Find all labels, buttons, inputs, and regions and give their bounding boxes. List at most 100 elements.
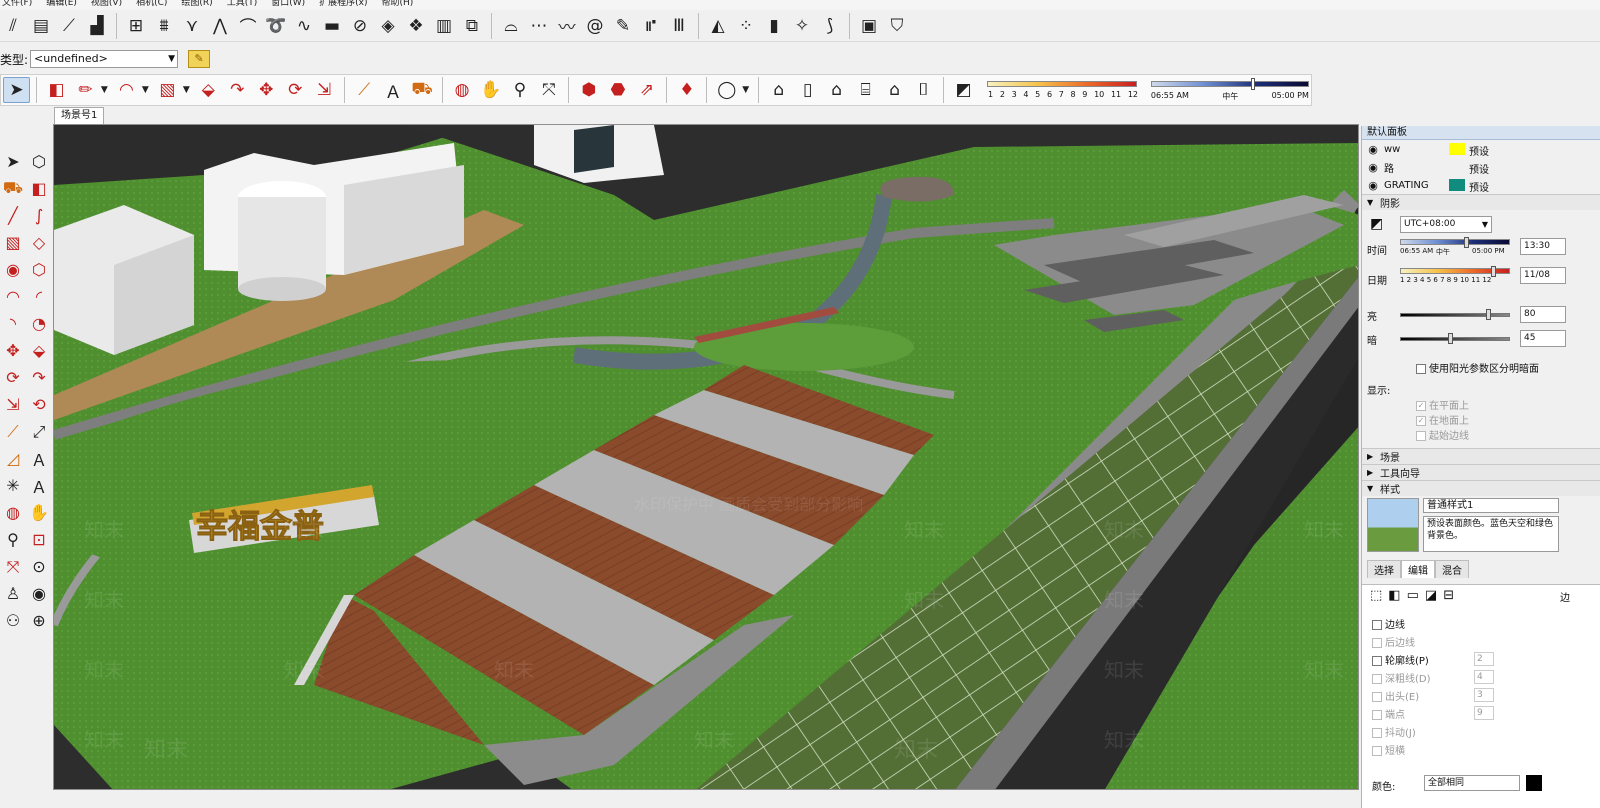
text-label-icon[interactable]: Ａ [26, 445, 52, 472]
paint-tag-icon[interactable]: ✎ [188, 50, 211, 68]
sun-checkbox[interactable]: 使用阳光参数区分明暗面 [1416, 360, 1539, 375]
follow-me-icon[interactable]: ↷ [26, 364, 52, 391]
truss-icon[interactable]: ⋀ [207, 13, 233, 39]
front-view-icon[interactable]: ⌂ [823, 77, 850, 103]
checkbox-box[interactable] [1372, 674, 1382, 684]
tape-measure-icon[interactable]: ⟋ [0, 418, 26, 445]
date-slider-thumb[interactable] [1491, 266, 1496, 277]
background-settings-icon[interactable]: ▭ [1407, 588, 1419, 603]
menu-extensions[interactable]: 扩展程序(x) [319, 0, 367, 10]
tape-measure-icon[interactable]: ⟋ [351, 77, 378, 103]
warehouse-icon[interactable]: ⬢ [575, 77, 602, 103]
diamond-grid-icon[interactable]: ◈ [375, 13, 401, 39]
top-view-icon[interactable]: ▯ [794, 77, 821, 103]
time-slider-thumb[interactable] [1250, 78, 1255, 90]
select-arrow-icon[interactable]: ➤ [3, 77, 30, 103]
checkbox-box[interactable] [1372, 692, 1382, 702]
eye-icon[interactable]: ◉ [1362, 161, 1384, 174]
light-slider-thumb[interactable] [1486, 309, 1491, 320]
edge-option[interactable]: 后边线 [1372, 634, 1415, 649]
shadow-toggle-icon[interactable]: ◩ [950, 77, 977, 103]
layer-color-swatch[interactable] [1449, 143, 1465, 155]
paint-bucket-icon[interactable]: ⛟ [0, 175, 26, 202]
rail-icon[interactable]: ⊞ [123, 13, 149, 39]
dark-slider[interactable] [1400, 337, 1510, 341]
orbit-icon[interactable]: ◍ [449, 77, 476, 103]
edge-option[interactable]: 抖动(J) [1372, 724, 1416, 739]
eraser-icon[interactable]: ◧ [26, 175, 52, 202]
shadow-toggle-icon[interactable]: ◩ [1370, 216, 1383, 232]
time-slider[interactable] [1400, 239, 1510, 245]
checkbox-box[interactable] [1372, 710, 1382, 720]
depth-cue-input[interactable]: 4 [1474, 670, 1494, 684]
branch-icon[interactable]: ⋎ [179, 13, 205, 39]
account-icon[interactable]: ◯ [713, 77, 740, 103]
pan-hand-icon[interactable]: ✋ [478, 77, 505, 103]
pan-hand-icon[interactable]: ✋ [26, 499, 52, 526]
circle-icon[interactable]: ◉ [0, 256, 26, 283]
comb-icon[interactable]: ⑈ [638, 13, 664, 39]
checkbox-box[interactable] [1416, 431, 1426, 441]
type-select[interactable]: <undefined> ▼ [30, 50, 179, 68]
menu-view[interactable]: 视图(V) [91, 0, 122, 10]
position-camera-icon[interactable]: ♙ [0, 580, 26, 607]
menu-camera[interactable]: 相机(C) [136, 0, 167, 10]
rotated-rectangle-icon[interactable]: ◇ [26, 229, 52, 256]
tab-select[interactable]: 选择 [1367, 560, 1401, 578]
checkbox-box[interactable] [1372, 638, 1382, 648]
grid-table-icon[interactable]: ▤ [28, 13, 54, 39]
curl-icon[interactable]: ➰ [263, 13, 289, 39]
panel-stack-icon[interactable]: ▮ [761, 13, 787, 39]
fence-icon[interactable]: ⩩ [151, 13, 177, 39]
edge-option[interactable]: 边线 [1372, 616, 1405, 631]
instructor-section-header[interactable]: ▶ 工具向导 [1362, 464, 1600, 480]
rotate-icon[interactable]: ⟳ [282, 77, 309, 103]
dimension-icon[interactable]: ⤢ [26, 418, 52, 445]
bar-chart-icon[interactable]: ▟ [84, 13, 110, 39]
edge-settings-icon[interactable]: ⬚ [1370, 588, 1382, 603]
display-option-on-faces[interactable]: ✓ 在平面上 [1416, 397, 1469, 412]
rotate-block-icon[interactable]: ⧉ [459, 13, 485, 39]
edge-color-select[interactable]: 全部相同 [1424, 775, 1520, 791]
edge-option[interactable]: 深粗线(D) [1372, 670, 1431, 685]
zoom-icon[interactable]: ⚲ [0, 526, 26, 553]
light-input[interactable]: 80 [1520, 306, 1566, 323]
protractor-icon[interactable]: ◿ [0, 445, 26, 472]
display-option-from-edges[interactable]: 起始边线 [1416, 427, 1469, 442]
profile-width-input[interactable]: 2 [1474, 652, 1494, 666]
scene-tab[interactable]: 场景号1 [54, 107, 105, 124]
zoom-extents-icon[interactable]: ⤧ [0, 553, 26, 580]
badge-icon[interactable]: ⛉ [884, 13, 910, 39]
ruby-icon[interactable]: ♦ [673, 77, 700, 103]
dark-input[interactable]: 45 [1520, 330, 1566, 347]
component-icon[interactable]: ⬡ [26, 148, 52, 175]
tab-mix[interactable]: 混合 [1435, 560, 1469, 578]
watermark-settings-icon[interactable]: ◪ [1425, 588, 1437, 603]
modeling-settings-icon[interactable]: ⊟ [1443, 588, 1454, 603]
face-settings-icon[interactable]: ◧ [1388, 588, 1400, 603]
styles-section-header[interactable]: ▼ 样式 [1362, 480, 1600, 496]
eye-icon[interactable]: ◉ [1362, 179, 1384, 192]
share-model-icon[interactable]: ⇗ [633, 77, 660, 103]
scale-icon[interactable]: ⇲ [311, 77, 338, 103]
style-name-input[interactable]: 普通样式1 [1423, 498, 1559, 513]
checkbox-box[interactable] [1372, 620, 1382, 630]
select-arrow-icon[interactable]: ➤ [0, 148, 26, 175]
twist-icon[interactable]: ∿ [291, 13, 317, 39]
date-input[interactable]: 11/08 [1520, 267, 1566, 284]
style-description-input[interactable]: 预设表面颜色。蓝色天空和绿色背景色。 [1423, 516, 1559, 552]
dark-slider-thumb[interactable] [1447, 333, 1453, 344]
look-around-icon[interactable]: ◉ [26, 580, 52, 607]
menu-file[interactable]: 文件(F) [2, 0, 32, 10]
edge-color-swatch[interactable] [1526, 775, 1542, 791]
left-view-icon[interactable]: ⌷ [910, 77, 937, 103]
shadow-section-header[interactable]: ▼ 阴影 [1362, 194, 1600, 210]
edge-option[interactable]: 端点 [1372, 706, 1405, 721]
wave-icon[interactable]: 〰 [554, 13, 580, 39]
layer-color-swatch[interactable] [1449, 179, 1465, 191]
broom-icon[interactable]: ⟆ [817, 13, 843, 39]
time-slider-thumb[interactable] [1464, 237, 1469, 248]
scenes-section-header[interactable]: ▶ 场景 [1362, 448, 1600, 464]
bead-chain-icon[interactable]: ⋯ [526, 13, 552, 39]
offset-curve-icon[interactable]: ⊘ [347, 13, 373, 39]
